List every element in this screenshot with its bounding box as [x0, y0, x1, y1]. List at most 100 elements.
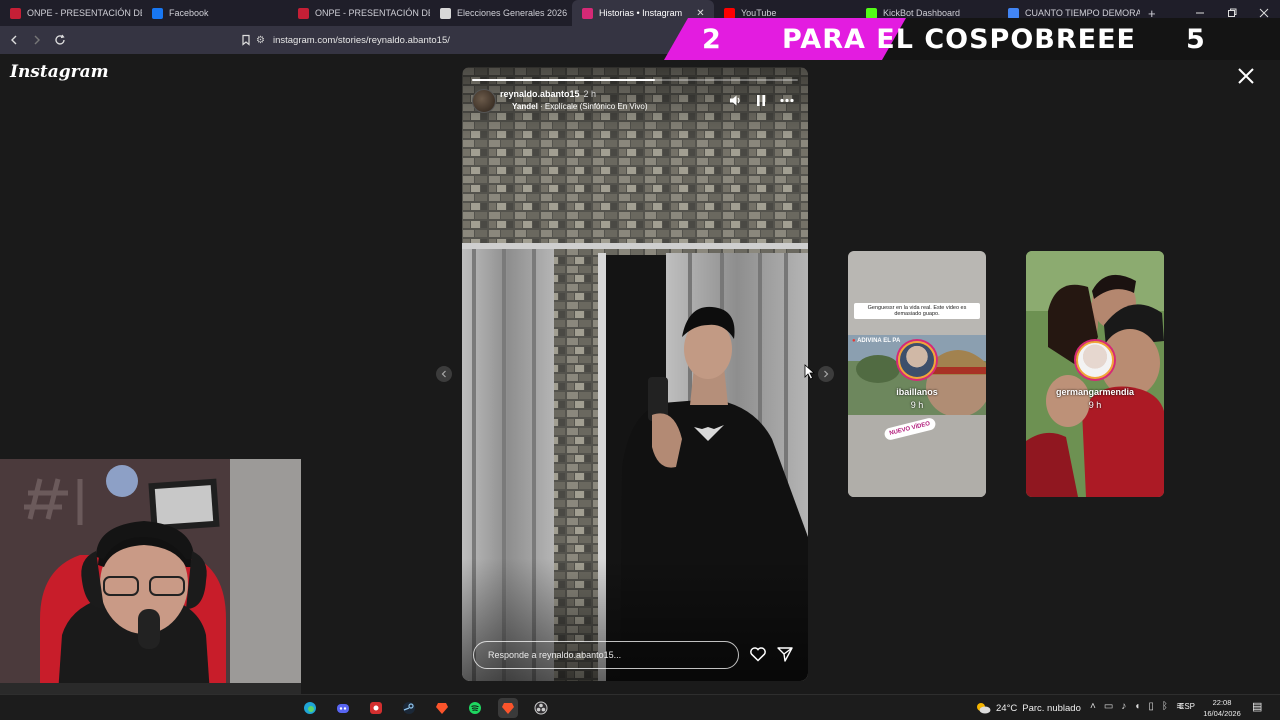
network-icon[interactable]: ▭: [1104, 701, 1113, 712]
recorder-app-icon[interactable]: [366, 698, 386, 718]
back-button[interactable]: [4, 30, 24, 50]
clock[interactable]: 22:08 16/04/2026: [1200, 697, 1244, 719]
clock-date: 16/04/2026: [1203, 709, 1241, 718]
cloud-sun-icon: [977, 703, 991, 714]
browser-tab[interactable]: KickBot Dashboard: [856, 0, 998, 26]
vpn-icon[interactable]: ●: [1251, 30, 1258, 43]
close-stories-icon[interactable]: [1236, 66, 1256, 86]
windows-taskbar: 24°C Parc. nublado ˄ ▭ ♪ ◖ ▯ ᛒ ≋ ESP 22:…: [0, 694, 1280, 720]
menu-icon[interactable]: ≡: [1266, 30, 1272, 43]
spotify-app-icon[interactable]: [465, 698, 485, 718]
tab-title: CUANTO TIEMPO DEMORA UN: [1025, 8, 1140, 18]
notifications-icon[interactable]: ▤: [1252, 700, 1262, 713]
url-text: instagram.com/stories/reynaldo.abanto15/: [272, 34, 450, 46]
restore-button[interactable]: [1216, 0, 1248, 26]
new-tab-button[interactable]: +: [1140, 6, 1164, 21]
edge-app-icon[interactable]: [300, 698, 320, 718]
site-settings-icon[interactable]: ⚙: [256, 35, 265, 46]
pause-button[interactable]: [754, 93, 768, 107]
clock-time: 22:08: [1212, 698, 1232, 707]
browser-tab[interactable]: CUANTO TIEMPO DEMORA UN: [998, 0, 1140, 26]
tab-favicon-icon: [152, 7, 163, 19]
close-window-button[interactable]: [1248, 0, 1280, 26]
shield-icon[interactable]: ⛉: [1235, 30, 1243, 43]
story-avatar[interactable]: [472, 89, 496, 113]
preview-location-text: ADIVINA EL PA: [857, 338, 901, 344]
browser-tab[interactable]: ONPE - PRESENTACIÓN DE RE: [0, 0, 142, 26]
story-viewer[interactable]: reynaldo.abanto15 2 h Yandel · Explícale …: [462, 67, 808, 681]
address-bar[interactable]: ⚙ instagram.com/stories/reynaldo.abanto1…: [256, 29, 676, 51]
volume-icon[interactable]: ◖: [1134, 701, 1140, 712]
story-song[interactable]: Yandel · Explícale (Sinfónico En Vivo): [512, 102, 647, 111]
reply-input[interactable]: Responde a reynaldo.abanto15...: [473, 641, 739, 669]
chevron-up-icon[interactable]: ˄: [1090, 701, 1096, 712]
story-progress-bar: [472, 79, 798, 81]
browser-tab[interactable]: ONPE - PRESENTACIÓN DE RE: [288, 0, 430, 26]
weather-text: Parc. nublado: [1022, 702, 1081, 714]
story-username[interactable]: reynaldo.abanto15 2 h: [500, 89, 596, 99]
mute-button[interactable]: [728, 93, 742, 107]
browser-tab[interactable]: Elecciones Generales 2026: [430, 0, 572, 26]
system-tray: ˄ ▭ ♪ ◖ ▯ ᛒ ≋: [1090, 701, 1184, 712]
tab-title: Facebook: [169, 8, 209, 18]
browser-tab[interactable]: YouTube: [714, 0, 856, 26]
bookmark-icon: [242, 34, 250, 46]
tab-title: ONPE - PRESENTACIÓN DE RE: [315, 8, 430, 18]
previous-story-button[interactable]: [436, 366, 452, 382]
bluetooth-icon[interactable]: ᛒ: [1162, 701, 1168, 712]
preview-caption: Genguessr en la vida real. Este video es…: [854, 303, 980, 319]
chevron-left-icon: [441, 370, 446, 378]
browser-tab-strip: ONPE - PRESENTACIÓN DE RE Facebook ONPE - …: [0, 0, 1280, 26]
discord-app-icon[interactable]: [333, 698, 353, 718]
usb-icon[interactable]: ▯: [1148, 701, 1154, 712]
tab-favicon-icon: [440, 7, 451, 19]
preview-location: ● ADIVINA EL PA: [852, 338, 900, 344]
story-time: 2 h: [583, 89, 597, 99]
window-controls: [1184, 0, 1280, 26]
browser-tab[interactable]: Facebook: [142, 0, 288, 26]
minimize-button[interactable]: [1184, 0, 1216, 26]
download-icon[interactable]: ⤓: [1222, 30, 1227, 43]
obs-app-icon[interactable]: [531, 698, 551, 718]
language-indicator[interactable]: ESP: [1179, 702, 1195, 711]
story-photo: [462, 67, 808, 681]
bookmark-button[interactable]: [236, 30, 256, 50]
send-icon[interactable]: [776, 645, 794, 663]
music-icon[interactable]: ♫: [1191, 30, 1199, 43]
story-preview-ibaillanos[interactable]: Genguessr en la vida real. Este video es…: [848, 251, 986, 497]
tab-favicon-icon: [582, 7, 593, 19]
screen: ONPE - PRESENTACIÓN DE RE Facebook ONPE - …: [0, 0, 1280, 720]
tab-title: YouTube: [741, 8, 777, 18]
browser-app-icon[interactable]: [498, 698, 518, 718]
tab-close-icon[interactable]: ✕: [696, 8, 704, 19]
preview-avatar: [1076, 341, 1114, 379]
forward-button[interactable]: [27, 30, 47, 50]
sidebar-icon[interactable]: ▯: [1208, 30, 1214, 43]
weather-widget[interactable]: 24°C Parc. nublado: [975, 701, 1081, 715]
story-preview-germangarmendia[interactable]: germangarmendia 9 h: [1026, 251, 1164, 497]
pause-icon: [757, 94, 765, 106]
reload-button[interactable]: [50, 30, 70, 50]
minimize-icon: [1196, 12, 1204, 14]
instagram-logo[interactable]: Instagram: [10, 62, 109, 82]
more-options-button[interactable]: [780, 93, 794, 107]
browser-tab[interactable]: Historias • Instagram ✕: [572, 0, 714, 26]
next-story-button[interactable]: [818, 366, 834, 382]
tab-title: Elecciones Generales 2026: [457, 8, 568, 18]
story-progress-fill: [472, 79, 655, 81]
tab-title: Historias • Instagram: [599, 8, 683, 18]
song-artist: Yandel: [512, 102, 538, 111]
tab-title: KickBot Dashboard: [883, 8, 961, 18]
microphone-icon[interactable]: ♪: [1121, 701, 1126, 712]
tab-list: ONPE - PRESENTACIÓN DE RE Facebook ONPE - …: [0, 0, 1140, 26]
preview-avatar: [898, 341, 936, 379]
brave-app-icon[interactable]: [432, 698, 452, 718]
chevron-left-icon: [11, 35, 17, 45]
webcam-image: [0, 459, 301, 694]
chevron-right-icon: [824, 370, 829, 378]
steam-app-icon[interactable]: [399, 698, 419, 718]
mouse-cursor-icon: [804, 364, 816, 380]
taskbar-apps: [300, 698, 551, 718]
like-heart-icon[interactable]: [749, 645, 767, 663]
tab-favicon-icon: [866, 7, 877, 19]
